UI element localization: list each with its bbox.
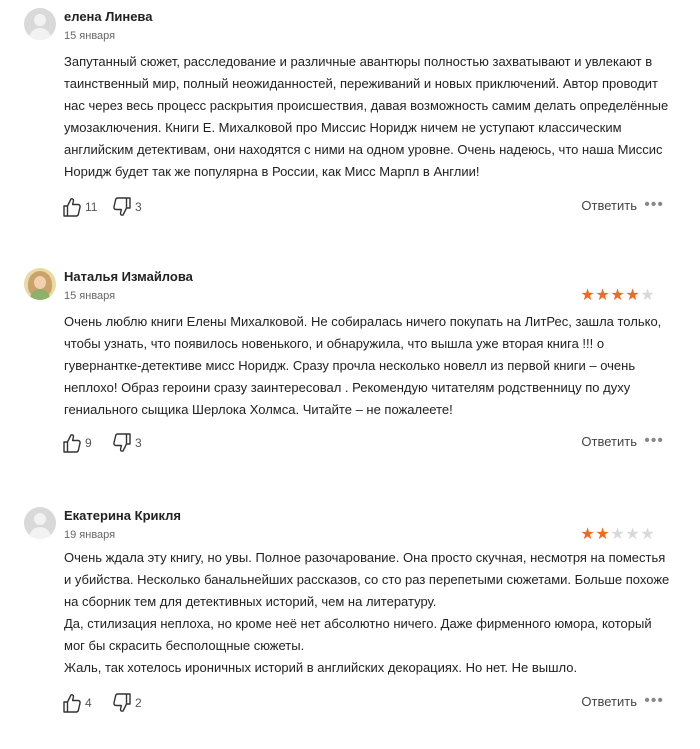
review-paragraph: Очень ждала эту книгу, но увы. Полное ра… [64,550,670,609]
star-empty-icon: ★ [610,526,625,543]
thumbs-down-icon [113,197,131,216]
review-item: елена Линева 15 января Запутанный сюжет,… [0,8,700,228]
thumbs-up-icon [63,198,81,217]
review-actions: 4 2 Ответить ••• [62,691,672,715]
star-empty-icon: ★ [640,287,655,304]
rating-stars: ★★★★★ [580,288,655,304]
dislike-count: 3 [135,436,142,450]
more-options-icon[interactable]: ••• [644,693,664,709]
like-button[interactable]: 11 [62,195,97,219]
review-item: Екатерина Крикля 19 января ★★★★★ Очень ж… [0,507,700,737]
review-date: 15 января [64,30,116,42]
dislike-button[interactable]: 2 [112,691,142,715]
review-actions: 11 3 Ответить ••• [62,195,672,219]
thumbs-down-icon [113,693,131,712]
dislike-button[interactable]: 3 [112,195,142,219]
review-author[interactable]: Наталья Измайлова [64,269,193,284]
more-options-icon[interactable]: ••• [644,197,664,213]
review-author[interactable]: Екатерина Крикля [64,508,181,523]
thumbs-up-icon [63,694,81,713]
review-paragraph: Запутанный сюжет, расследование и различ… [64,54,669,179]
dislike-button[interactable]: 3 [112,431,142,455]
avatar-placeholder[interactable] [24,507,56,539]
star-filled-icon: ★ [595,526,610,543]
star-filled-icon: ★ [610,287,625,304]
star-filled-icon: ★ [580,526,595,543]
review-text: Очень люблю книги Елены Михалковой. Не с… [64,311,676,421]
reply-button[interactable]: Ответить [581,434,637,449]
like-button[interactable]: 9 [62,431,92,455]
review-actions: 9 3 Ответить ••• [62,431,672,455]
review-item: Наталья Измайлова 15 января ★★★★★ Очень … [0,268,700,468]
review-date: 19 января [64,529,116,541]
star-empty-icon: ★ [640,526,655,543]
star-filled-icon: ★ [595,287,610,304]
review-text: Очень ждала эту книгу, но увы. Полное ра… [64,547,676,679]
dislike-count: 2 [135,696,142,710]
star-filled-icon: ★ [580,287,595,304]
thumbs-down-icon [113,433,131,452]
star-filled-icon: ★ [625,287,640,304]
review-paragraph: Очень люблю книги Елены Михалковой. Не с… [64,314,662,417]
review-paragraph: Да, стилизация неплоха, но кроме неё нет… [64,616,652,653]
reply-button[interactable]: Ответить [581,198,637,213]
review-author[interactable]: елена Линева [64,9,153,24]
star-empty-icon: ★ [625,526,640,543]
review-paragraph: Жаль, так хотелось ироничных историй в а… [64,660,578,675]
avatar[interactable] [24,268,56,300]
more-options-icon[interactable]: ••• [644,433,664,449]
like-count: 11 [85,200,98,214]
thumbs-up-icon [63,434,81,453]
review-date: 15 января [64,290,116,302]
like-count: 4 [85,696,92,710]
like-count: 9 [85,436,92,450]
rating-stars: ★★★★★ [580,527,655,543]
review-text: Запутанный сюжет, расследование и различ… [64,51,676,183]
reply-button[interactable]: Ответить [581,694,637,709]
like-button[interactable]: 4 [62,691,92,715]
avatar-placeholder[interactable] [24,8,56,40]
dislike-count: 3 [135,200,142,214]
